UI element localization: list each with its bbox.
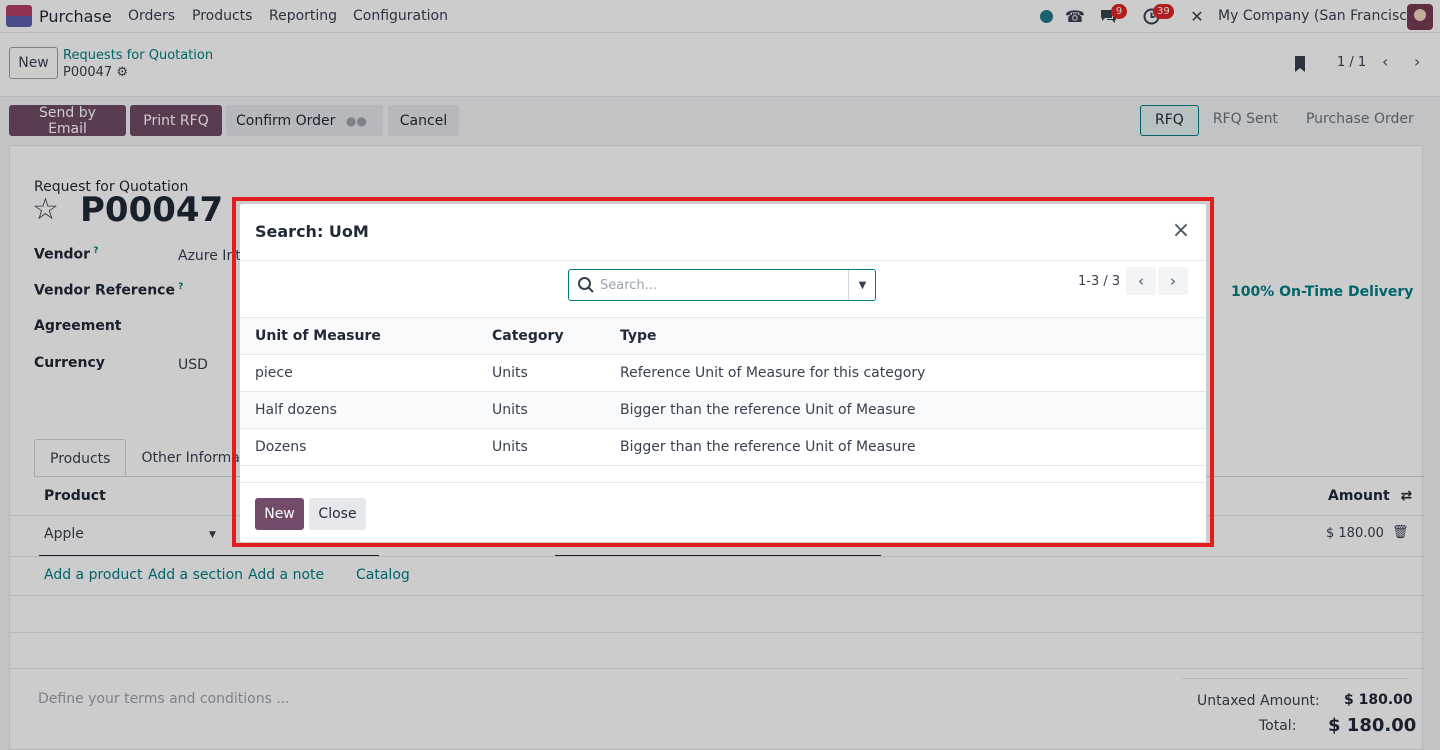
- chevron-right-icon[interactable]: ›: [1158, 267, 1188, 295]
- cell-category: Units: [492, 439, 528, 455]
- search-options-toggle[interactable]: ▼: [848, 270, 876, 300]
- cell-type: Bigger than the reference Unit of Measur…: [620, 439, 916, 455]
- cell-category: Units: [492, 402, 528, 418]
- table-row[interactable]: Dozens Units Bigger than the reference U…: [240, 429, 1206, 466]
- col-uom-header[interactable]: Unit of Measure: [255, 328, 381, 344]
- table-row[interactable]: Half dozens Units Bigger than the refere…: [240, 392, 1206, 429]
- cell-type: Bigger than the reference Unit of Measur…: [620, 402, 916, 418]
- cell-uom: Dozens: [255, 439, 307, 455]
- uom-search-dialog: Search: UoM × ▼ 1-3 / 3 ‹ › Unit of Meas…: [240, 204, 1206, 542]
- chevron-left-icon[interactable]: ‹: [1126, 267, 1156, 295]
- search-bar: ▼: [568, 269, 876, 301]
- cell-uom: Half dozens: [255, 402, 337, 418]
- col-category-header[interactable]: Category: [492, 328, 564, 344]
- cell-type: Reference Unit of Measure for this categ…: [620, 365, 926, 381]
- dialog-close-button[interactable]: Close: [309, 498, 366, 530]
- cell-uom: piece: [255, 365, 293, 381]
- table-header: Unit of Measure Category Type: [240, 317, 1206, 355]
- dialog-header-divider: [240, 260, 1206, 261]
- caret-down-icon: ▼: [858, 279, 867, 291]
- search-icon: [578, 277, 594, 293]
- dialog-footer-divider: [240, 482, 1206, 483]
- dialog-title: Search: UoM: [255, 222, 369, 241]
- search-input[interactable]: [600, 275, 840, 295]
- cell-category: Units: [492, 365, 528, 381]
- col-type-header[interactable]: Type: [620, 328, 657, 344]
- dialog-pager: 1-3 / 3: [1078, 274, 1121, 289]
- table-row[interactable]: piece Units Reference Unit of Measure fo…: [240, 355, 1206, 392]
- dialog-new-button[interactable]: New: [255, 498, 304, 530]
- close-icon[interactable]: ×: [1170, 220, 1192, 242]
